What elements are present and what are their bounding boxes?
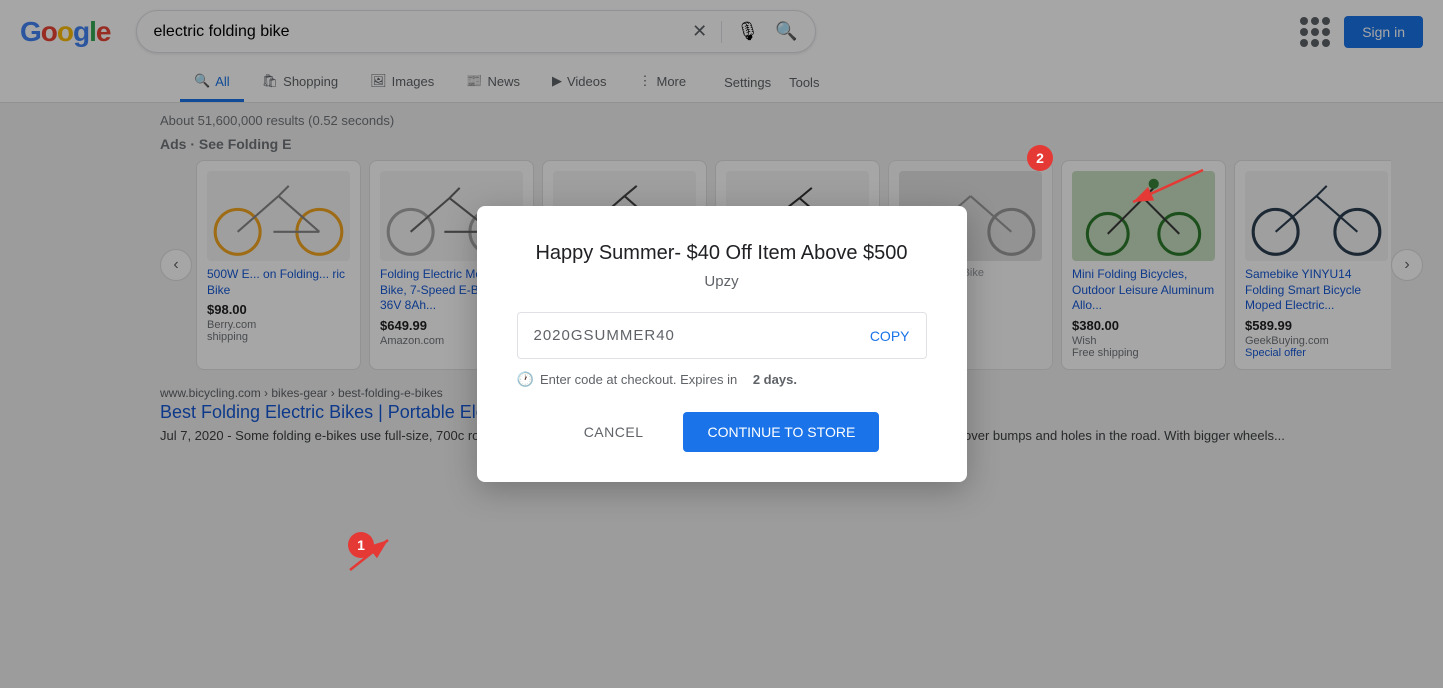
coupon-code: 2020GSUMMER40 (534, 327, 675, 344)
annotation-1-arrow (320, 530, 400, 580)
expiry-note: 🕐 Enter code at checkout. Expires in 2 d… (517, 371, 927, 388)
modal-subtitle: Upzy (517, 273, 927, 290)
annotation-2: 2 (1027, 145, 1053, 171)
expiry-text: Enter code at checkout. Expires in (540, 372, 737, 387)
copy-coupon-button[interactable]: COPY (870, 328, 910, 344)
annotation-2-arrow (1113, 160, 1233, 220)
cancel-button[interactable]: CANCEL (564, 412, 664, 452)
modal-actions: CANCEL CONTINUE TO STORE (517, 412, 927, 452)
clock-icon: 🕐 (517, 371, 534, 388)
coupon-box: 2020GSUMMER40 COPY (517, 312, 927, 359)
continue-to-store-button[interactable]: CONTINUE TO STORE (683, 412, 879, 452)
modal-title: Happy Summer- $40 Off Item Above $500 (517, 242, 927, 265)
coupon-modal: Happy Summer- $40 Off Item Above $500 Up… (477, 206, 967, 482)
expiry-bold: 2 days. (753, 372, 797, 387)
